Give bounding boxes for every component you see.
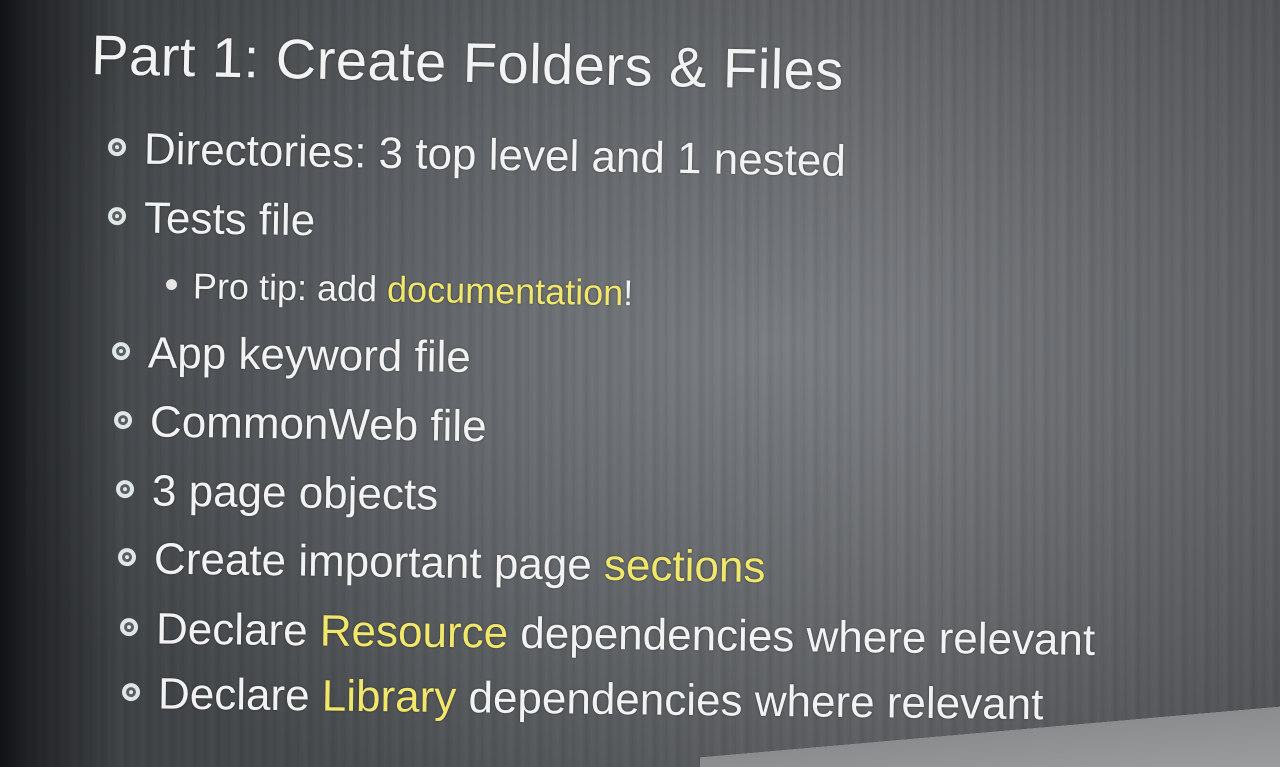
bullet-item-library-dependencies: Declare Library dependencies where relev… <box>121 669 1044 730</box>
circle-target-bullet-icon <box>121 683 141 702</box>
highlight-resource: Resource <box>319 606 509 658</box>
slide-title: Part 1: Create Folders & Files <box>90 22 845 102</box>
bullet-text: Directories: 3 top level and 1 nested <box>143 124 847 186</box>
circle-target-bullet-icon <box>119 618 139 637</box>
bullet-text: dependencies where relevant <box>456 673 1044 730</box>
bullet-text: ! <box>622 272 634 314</box>
presentation-slide: Part 1: Create Folders & Files Directori… <box>0 0 1280 767</box>
bullet-item-app-keyword-file: App keyword file <box>111 328 472 383</box>
bullet-item-tests-file: Tests file <box>107 193 316 246</box>
bullet-text: Declare <box>157 669 323 721</box>
bullet-item-page-sections: Create important page sections <box>117 534 766 593</box>
bullet-text: dependencies where relevant <box>507 608 1096 665</box>
circle-target-bullet-icon <box>111 342 131 361</box>
bullet-item-resource-dependencies: Declare Resource dependencies where rele… <box>119 604 1096 666</box>
circle-target-bullet-icon <box>113 411 133 430</box>
circle-target-bullet-icon <box>107 207 127 226</box>
bullet-item-commonweb-file: CommonWeb file <box>113 397 487 452</box>
highlight-documentation: documentation <box>386 268 624 314</box>
photo-frame: Part 1: Create Folders & Files Directori… <box>0 0 1280 767</box>
bullet-text: Pro tip: add <box>192 265 388 310</box>
circle-target-bullet-icon <box>107 138 127 157</box>
circle-target-bullet-icon <box>117 548 137 567</box>
bullet-item-page-objects: 3 page objects <box>115 466 439 520</box>
bullet-text: App keyword file <box>147 328 472 383</box>
dot-bullet-icon <box>165 278 178 291</box>
bullet-item-directories: Directories: 3 top level and 1 nested <box>107 124 847 187</box>
bullet-text: Create important page <box>153 534 605 590</box>
bullet-text: Declare <box>155 604 321 656</box>
sub-bullet-pro-tip: Pro tip: add documentation! <box>165 265 634 314</box>
bullet-text: CommonWeb file <box>149 397 487 452</box>
circle-target-bullet-icon <box>115 480 135 499</box>
bullet-text: Tests file <box>143 193 316 246</box>
highlight-library: Library <box>321 671 457 723</box>
highlight-sections: sections <box>603 540 766 593</box>
bullet-text: 3 page objects <box>151 466 439 520</box>
